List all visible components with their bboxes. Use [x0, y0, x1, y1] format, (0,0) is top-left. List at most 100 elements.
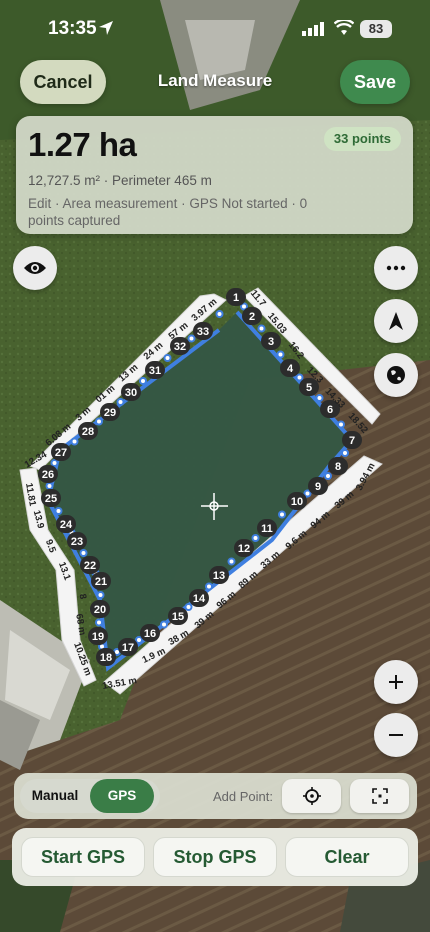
save-button[interactable]: Save	[340, 60, 410, 104]
svg-text:9: 9	[315, 481, 321, 493]
clear-button[interactable]: Clear	[285, 837, 409, 877]
route-dot	[135, 636, 143, 644]
points-count-badge: 33 points	[323, 127, 401, 151]
point-marker[interactable]: 20	[90, 600, 110, 618]
svg-text:33: 33	[197, 326, 209, 338]
svg-text:14: 14	[193, 593, 206, 605]
plus-icon	[389, 675, 403, 689]
svg-text:4: 4	[287, 363, 294, 375]
svg-text:2: 2	[249, 311, 255, 323]
point-marker[interactable]: 4	[280, 359, 300, 377]
add-point-label: Add Point:	[213, 789, 273, 804]
point-marker[interactable]: 7	[342, 431, 362, 449]
signal-icon	[302, 22, 324, 36]
point-marker[interactable]: 19	[88, 627, 108, 645]
status-bar: 13:35 83	[0, 0, 430, 58]
point-marker[interactable]: 30	[121, 383, 141, 401]
route-dot	[337, 420, 345, 429]
location-arrow-icon	[99, 21, 113, 35]
svg-text:24: 24	[60, 519, 73, 531]
crosshair-target-icon	[302, 787, 321, 805]
svg-text:29: 29	[104, 407, 116, 419]
measurement-summary-card: 1.27 ha 33 points 12,727.5 m² · Perimete…	[16, 116, 413, 234]
point-marker[interactable]: 25	[41, 489, 61, 507]
route-dot	[160, 620, 168, 629]
point-marker[interactable]: 10	[287, 492, 307, 510]
point-marker[interactable]: 23	[67, 532, 87, 550]
route-dot	[227, 557, 236, 566]
mode-segmented-control: Manual GPS	[20, 779, 160, 813]
point-marker[interactable]: 14	[189, 589, 209, 607]
focus-frame-icon	[371, 788, 388, 804]
zoom-out-button[interactable]	[374, 713, 418, 757]
visibility-toggle-button[interactable]	[13, 246, 57, 290]
point-marker[interactable]: 15	[168, 607, 188, 625]
point-marker[interactable]: 18	[96, 648, 116, 666]
area-value: 1.27 ha	[28, 126, 137, 163]
svg-text:18: 18	[100, 652, 112, 664]
point-marker[interactable]: 9	[308, 477, 328, 495]
route-dot	[205, 582, 213, 591]
mode-gps-tab[interactable]: GPS	[90, 779, 154, 813]
point-marker[interactable]: 29	[100, 403, 120, 421]
point-marker[interactable]: 8	[328, 457, 348, 475]
svg-text:25: 25	[45, 493, 57, 505]
route-dot	[184, 603, 193, 611]
add-point-center-button[interactable]	[350, 779, 409, 813]
route-dot	[79, 549, 88, 557]
route-dot	[95, 417, 103, 426]
point-marker[interactable]: 28	[78, 422, 98, 440]
svg-text:30: 30	[125, 387, 137, 399]
map-type-button[interactable]	[374, 353, 418, 397]
globe-icon	[387, 366, 405, 384]
svg-text:11: 11	[261, 523, 273, 535]
route-dot	[276, 350, 285, 359]
point-marker[interactable]: 11	[257, 519, 277, 537]
status-time: 13:35	[48, 18, 97, 39]
svg-text:21: 21	[95, 576, 107, 588]
mode-manual-tab[interactable]: Manual	[20, 779, 90, 813]
point-marker[interactable]: 21	[91, 572, 111, 590]
point-marker[interactable]: 22	[80, 556, 100, 574]
route-dot	[295, 373, 304, 382]
more-options-button[interactable]	[374, 246, 418, 290]
gps-actions-panel: Start GPS Stop GPS Clear	[12, 828, 418, 886]
route-dot	[45, 482, 54, 490]
svg-text:1: 1	[233, 292, 239, 304]
svg-text:31: 31	[149, 365, 161, 377]
point-marker[interactable]: 31	[145, 361, 165, 379]
svg-text:26: 26	[42, 469, 54, 481]
point-marker[interactable]: 3	[261, 332, 281, 350]
point-marker[interactable]: 1	[226, 288, 246, 306]
stop-gps-button[interactable]: Stop GPS	[153, 837, 277, 877]
route-dot	[187, 334, 196, 343]
point-marker[interactable]: 12	[234, 539, 254, 557]
svg-text:27: 27	[55, 447, 67, 459]
more-icon	[386, 265, 406, 271]
start-gps-button[interactable]: Start GPS	[21, 837, 145, 877]
point-marker[interactable]: 33	[193, 322, 213, 340]
svg-text:15: 15	[172, 611, 184, 623]
route-dot	[278, 510, 286, 519]
point-marker[interactable]: 13	[209, 566, 229, 584]
navigation-arrow-icon	[389, 312, 403, 330]
route-dot	[163, 354, 172, 362]
zoom-in-button[interactable]	[374, 660, 418, 704]
route-dot	[50, 459, 59, 467]
point-marker[interactable]: 24	[56, 515, 76, 533]
route-dot	[96, 591, 105, 599]
svg-text:17: 17	[122, 642, 134, 654]
point-marker[interactable]: 2	[242, 307, 262, 325]
svg-text:19: 19	[92, 631, 104, 643]
cancel-button[interactable]: Cancel	[20, 60, 106, 104]
svg-text:13: 13	[213, 570, 225, 582]
wifi-icon	[334, 20, 354, 35]
svg-text:7: 7	[349, 435, 355, 447]
point-marker[interactable]: 17	[118, 638, 138, 656]
point-marker[interactable]: 16	[140, 624, 160, 642]
svg-text:16: 16	[144, 628, 156, 640]
svg-text:32: 32	[174, 341, 186, 353]
point-marker[interactable]: 26	[38, 465, 58, 483]
locate-me-button[interactable]	[374, 299, 418, 343]
add-point-location-button[interactable]	[282, 779, 341, 813]
